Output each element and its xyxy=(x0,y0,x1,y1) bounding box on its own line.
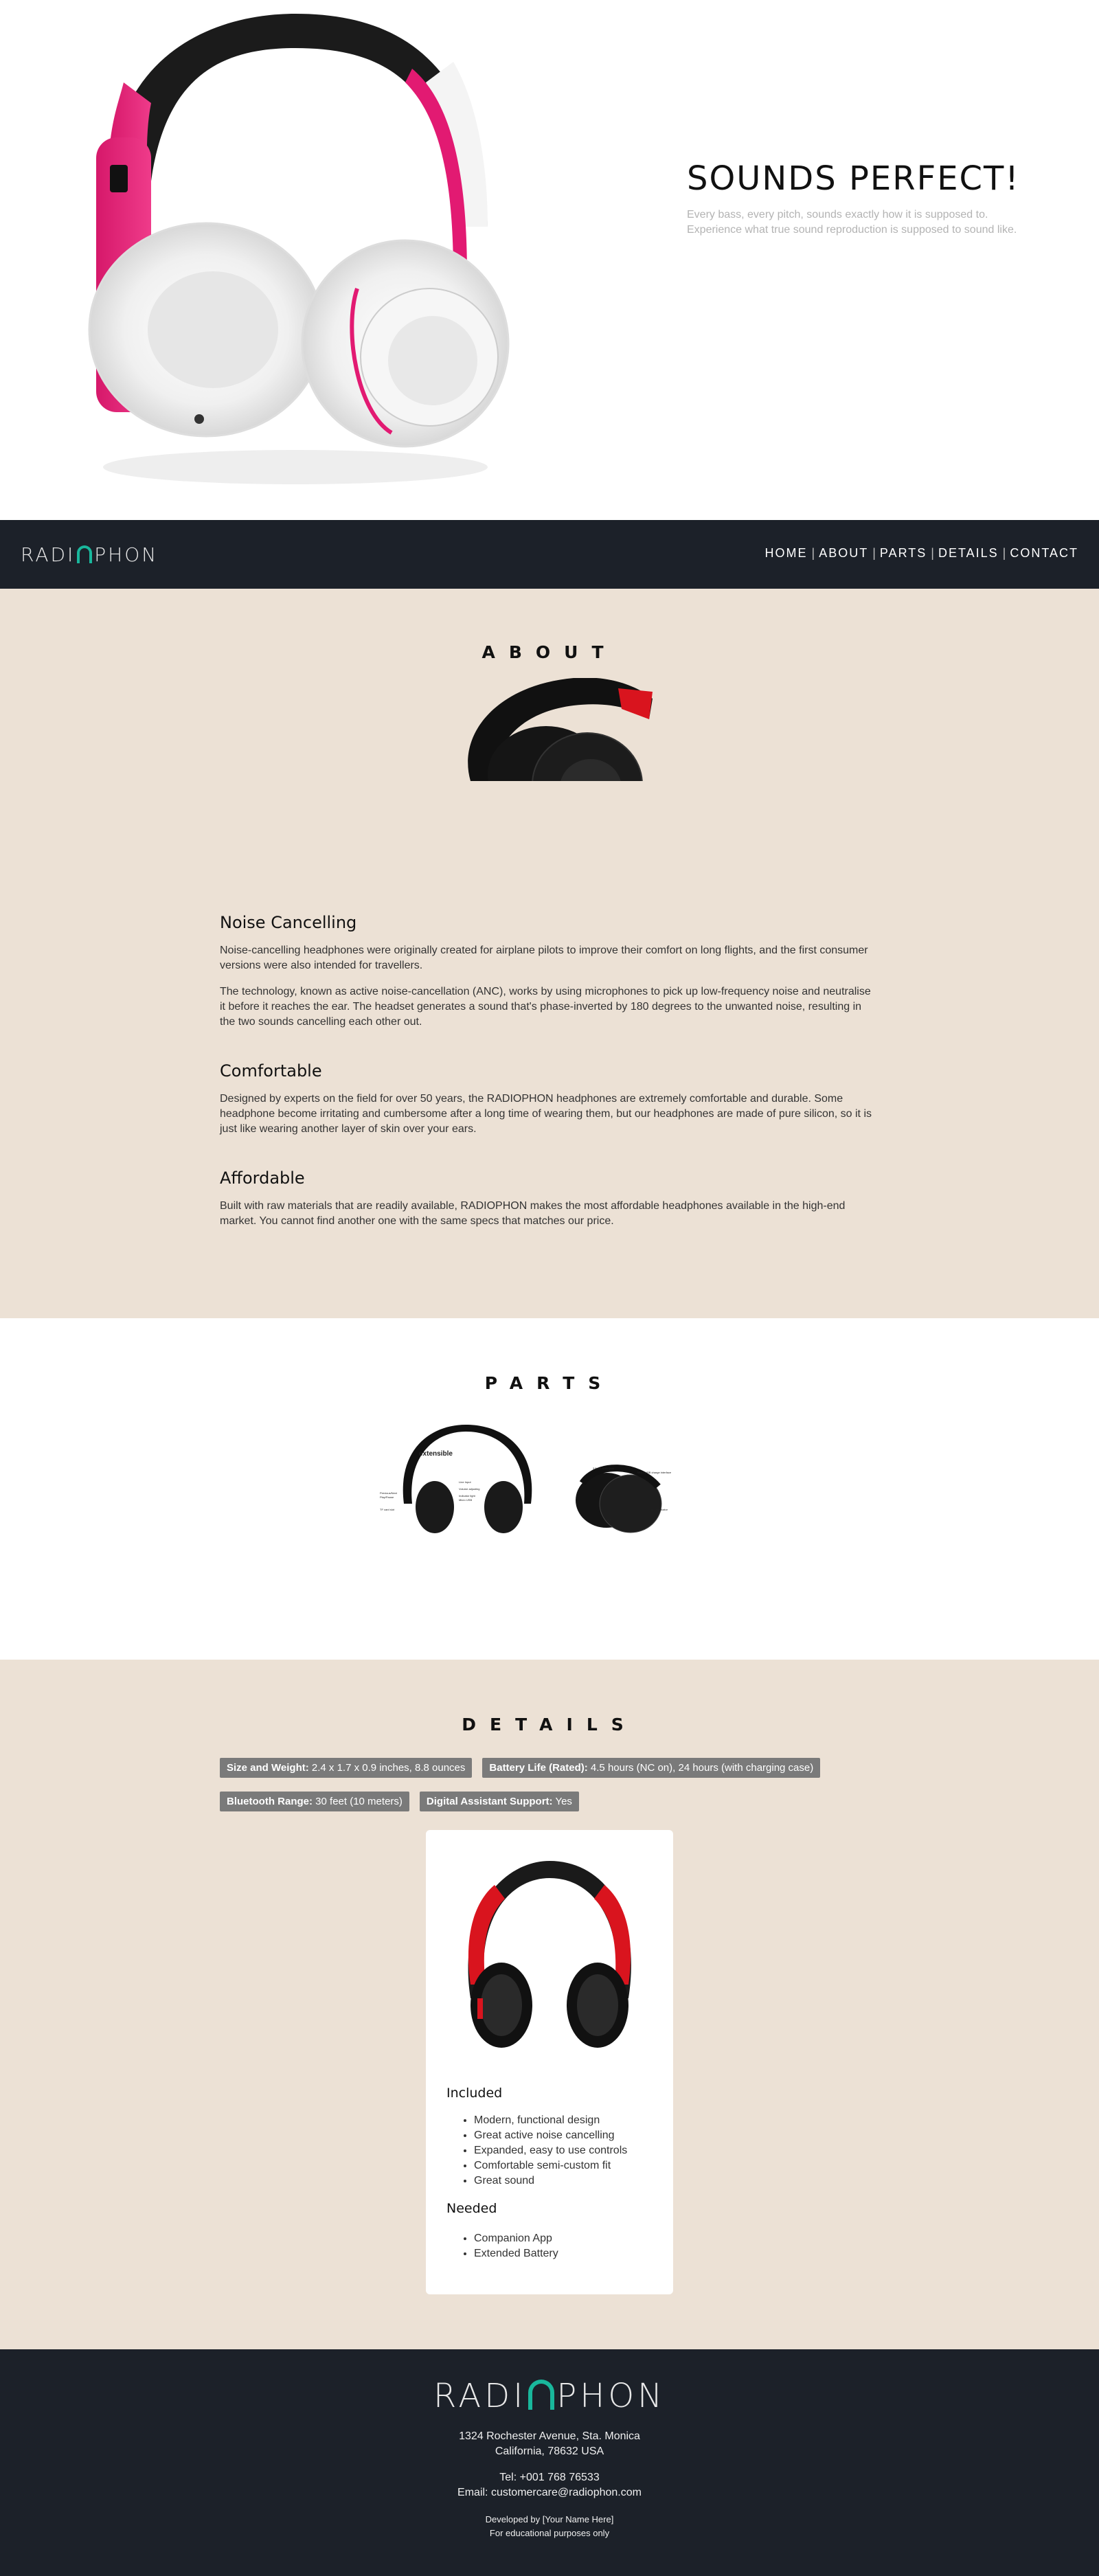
parts-label: 3.5mm audio jack xyxy=(593,1467,614,1470)
about-section: ABOUT Noise Cancelling Noise-cancelling … xyxy=(0,589,1099,1318)
feature-block-noise-cancelling: Noise Cancelling Noise-cancelling headph… xyxy=(220,913,879,1030)
spec-badges: Size and Weight: 2.4 x 1.7 x 0.9 inches,… xyxy=(220,1758,879,1811)
about-title: ABOUT xyxy=(481,642,618,662)
parts-label: LED indicator xyxy=(651,1508,668,1511)
nav-separator: | xyxy=(1002,546,1006,560)
nav-separator: | xyxy=(931,546,934,560)
list-item: Comfortable semi-custom fit xyxy=(474,2158,627,2173)
hero-text: SOUNDS PERFECT! Every bass, every pitch,… xyxy=(687,159,1044,238)
nav-separator: | xyxy=(872,546,876,560)
list-item: Extended Battery xyxy=(474,2246,558,2261)
parts-label: Line Input xyxy=(459,1480,471,1484)
feature-heading: Noise Cancelling xyxy=(220,913,357,932)
list-item: Expanded, easy to use controls xyxy=(474,2143,627,2158)
list-item: Modern, functional design xyxy=(474,2113,627,2128)
parts-label: Play/Pause xyxy=(380,1495,394,1499)
footer-address-line1: 1324 Rochester Avenue, Sta. Monica xyxy=(459,2430,640,2442)
spec-value: Yes xyxy=(555,1796,572,1807)
spec-badge-size-weight: Size and Weight: 2.4 x 1.7 x 0.9 inches,… xyxy=(220,1758,473,1778)
feature-paragraph: The technology, known as active noise-ca… xyxy=(220,986,871,1028)
spec-badge-assistant: Digital Assistant Support: Yes xyxy=(419,1792,579,1811)
nav-link-home[interactable]: HOME xyxy=(765,546,808,561)
footer: RADI PHON 1324 Rochester Avenue, Sta. Mon… xyxy=(0,2349,1099,2576)
logo-headphone-icon xyxy=(77,545,93,563)
hero-title: SOUNDS PERFECT! xyxy=(687,159,1020,198)
details-section: DETAILS Size and Weight: 2.4 x 1.7 x 0.9… xyxy=(0,1660,1099,2349)
needed-heading: Needed xyxy=(446,2201,497,2216)
parts-label: Micro-USB charge interface xyxy=(637,1471,672,1474)
feature-heading: Comfortable xyxy=(220,1061,322,1081)
feature-paragraph: Built with raw materials that are readil… xyxy=(220,1200,846,1227)
footer-logo-left: RADI xyxy=(433,2377,527,2415)
footer-logo: RADI PHON xyxy=(0,2377,1099,2415)
included-heading: Included xyxy=(446,2086,503,2101)
feature-paragraph: Designed by experts on the field for ove… xyxy=(220,1093,872,1135)
needed-list: Companion App Extended Battery xyxy=(474,2231,558,2261)
footer-logo-headphone-icon xyxy=(528,2380,555,2410)
spec-key: Digital Assistant Support: xyxy=(426,1796,553,1807)
logo-left: RADI xyxy=(21,543,76,566)
about-headphones-image xyxy=(468,678,653,781)
footer-logo-right: PHON xyxy=(556,2377,666,2415)
list-item: Great active noise cancelling xyxy=(474,2128,627,2143)
parts-label: Volume adjusting xyxy=(459,1487,479,1491)
nav-link-contact[interactable]: CONTACT xyxy=(1010,546,1078,561)
spec-value: 2.4 x 1.7 x 0.9 inches, 8.8 ounces xyxy=(311,1762,466,1774)
nav-link-details[interactable]: DETAILS xyxy=(938,546,999,561)
footer-developer: Developed by [Your Name Here] xyxy=(485,2514,614,2524)
navbar: RADI PHON HOME | ABOUT | PARTS | DETAILS … xyxy=(0,520,1099,589)
parts-label: Mic xyxy=(607,1518,611,1522)
list-item: Companion App xyxy=(474,2231,558,2246)
hero-headphones-image xyxy=(88,14,510,484)
included-list: Modern, functional design Great active n… xyxy=(474,2113,627,2189)
parts-label: Previous/Next xyxy=(380,1491,398,1495)
parts-title: PARTS xyxy=(484,1373,615,1393)
parts-label: Indicator light xyxy=(459,1494,476,1498)
feature-paragraph: Noise-cancelling headphones were origina… xyxy=(220,945,868,971)
hero-section: SOUNDS PERFECT! Every bass, every pitch,… xyxy=(0,0,1099,520)
parts-diagram-image: extensible Line Input Volume adjusting P… xyxy=(380,1425,672,1533)
parts-label: TF card slot xyxy=(380,1508,395,1511)
spec-key: Size and Weight: xyxy=(227,1762,309,1774)
spec-key: Battery Life (Rated): xyxy=(489,1762,588,1774)
product-card: Included Modern, functional design Great… xyxy=(426,1830,673,2294)
nav-link-parts[interactable]: PARTS xyxy=(880,546,927,561)
feature-block-affordable: Affordable Built with raw materials that… xyxy=(220,1168,879,1229)
footer-tel: Tel: +001 768 76533 xyxy=(499,2472,600,2483)
logo-right: PHON xyxy=(94,543,159,566)
list-item: Great sound xyxy=(474,2173,627,2189)
nav-link-about[interactable]: ABOUT xyxy=(819,546,868,561)
spec-badge-bluetooth: Bluetooth Range: 30 feet (10 meters) xyxy=(220,1792,409,1811)
footer-email[interactable]: Email: customercare@radiophon.com xyxy=(0,2487,1099,2499)
nav-separator: | xyxy=(811,546,815,560)
spec-key: Bluetooth Range: xyxy=(227,1796,313,1807)
spec-badge-battery: Battery Life (Rated): 4.5 hours (NC on),… xyxy=(482,1758,821,1778)
feature-block-comfortable: Comfortable Designed by experts on the f… xyxy=(220,1061,879,1137)
parts-label: Micro USB xyxy=(459,1498,472,1502)
product-card-image xyxy=(468,1861,631,2048)
footer-edu-note: For educational purposes only xyxy=(489,2528,610,2538)
parts-section: PARTS extensible Line Input Volume adjus… xyxy=(0,1318,1099,1660)
footer-address-line2: California, 78632 USA xyxy=(495,2445,604,2457)
parts-label: extensible xyxy=(419,1450,453,1458)
about-body: Noise Cancelling Noise-cancelling headph… xyxy=(220,913,879,1261)
spec-value: 30 feet (10 meters) xyxy=(315,1796,403,1807)
details-title: DETAILS xyxy=(462,1715,637,1735)
logo[interactable]: RADI PHON xyxy=(21,542,158,567)
feature-heading: Affordable xyxy=(220,1168,305,1188)
nav-links: HOME | ABOUT | PARTS | DETAILS | CONTACT xyxy=(765,546,1078,561)
hero-subtitle: Every bass, every pitch, sounds exactly … xyxy=(687,209,1017,236)
spec-value: 4.5 hours (NC on), 24 hours (with chargi… xyxy=(590,1762,814,1774)
